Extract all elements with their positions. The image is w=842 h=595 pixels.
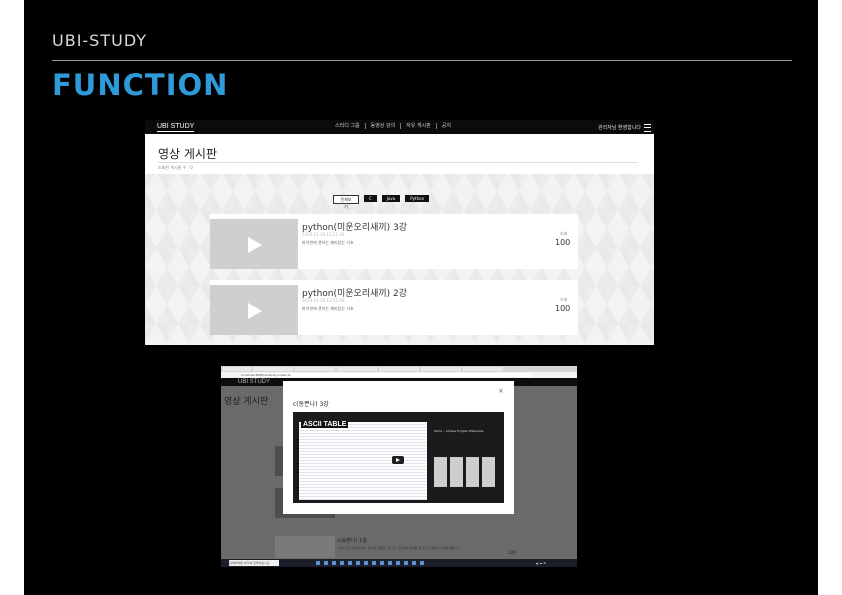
browser-tab[interactable] — [253, 367, 293, 371]
post-count: 조회된 게시물 수 : 0 — [158, 165, 193, 170]
menu-item-notice[interactable]: 공지 — [437, 123, 456, 129]
video-thumbnail[interactable] — [210, 285, 298, 335]
menu-item-study-group[interactable]: 스터디 그룹 — [330, 123, 366, 129]
user-greeting: 관리자님 환영합니다 — [598, 125, 641, 131]
main-menu: 스터디 그룹 동영상 강의 자유 게시판 공지 — [330, 123, 456, 129]
video-description: C언어 기초 강좌입니다. 변수와 자료형, 연산자, 조건문과 반복문 등 프… — [337, 546, 462, 550]
browser-tab[interactable] — [337, 367, 377, 371]
related-thumbnails[interactable] — [434, 457, 496, 487]
site-logo[interactable]: UBI STUDY — [157, 122, 195, 132]
taskbar-app-icons[interactable] — [316, 561, 426, 565]
video-title[interactable]: c(동쁜나) 1강 — [337, 537, 367, 544]
video-modal: c(동쁜나) 3강 × ASCII TABLE ASCII -- Simple … — [283, 381, 514, 514]
views-label: 조회 — [560, 231, 568, 236]
play-icon — [248, 303, 262, 319]
system-tray: ▲ ☁ ⚙ — [536, 561, 546, 565]
modal-title: c(동쁜나) 3강 — [293, 401, 329, 408]
filter-python-button[interactable]: Python — [405, 195, 430, 202]
video-caption: ASCII TABLE — [301, 421, 349, 428]
filter-c-button[interactable]: C — [364, 195, 377, 202]
browser-tab[interactable] — [421, 367, 461, 371]
close-icon[interactable]: × — [498, 387, 504, 395]
page-title: 영상 게시판 — [224, 397, 269, 407]
menu-item-video-lecture[interactable]: 동영상 강의 — [366, 123, 402, 129]
video-board-screenshot: UBI STUDY 스터디 그룹 동영상 강의 자유 게시판 공지 관리자님 환… — [145, 120, 654, 345]
filter-all-button[interactable]: 전체보기 — [333, 195, 359, 209]
video-card[interactable]: python(미운오리새끼) 2강 2019-11-20 13:21:48 파이… — [210, 280, 578, 335]
views-count: 100 — [555, 304, 571, 313]
video-thumbnail[interactable] — [275, 536, 335, 558]
slide-title: FUNCTION — [52, 68, 229, 102]
views-label: 조회 — [560, 297, 568, 302]
windows-taskbar: 검색하려면 여기에 입력하십시오. ▲ ☁ ⚙ — [221, 559, 577, 567]
play-icon — [248, 237, 262, 253]
slide: UBI-STUDY FUNCTION UBI STUDY 스터디 그룹 동영상 … — [24, 0, 818, 595]
browser-tab[interactable] — [295, 367, 335, 371]
page-header — [145, 134, 654, 174]
video-card[interactable]: python(미운오리새끼) 3강 2019-11-20 13:21:48 파이… — [210, 214, 578, 269]
video-thumbnail[interactable] — [210, 219, 298, 269]
title-divider — [158, 162, 638, 163]
category-filters: 전체보기 C Java Python — [333, 195, 430, 209]
header-divider — [52, 60, 792, 61]
video-date: 2019-11-20 13:21:48 — [302, 232, 345, 237]
hamburger-menu-icon[interactable] — [644, 124, 651, 132]
video-modal-screenshot: localhost:8080/ubistudy/video.do UBI STU… — [221, 366, 577, 567]
video-description: 파이썬에 관하는 재미있는 기초 — [302, 240, 354, 245]
taskbar-search-input[interactable]: 검색하려면 여기에 입력하십시오. — [229, 560, 279, 566]
video-side-title: ASCII -- Simple English Wikipedia — [434, 429, 484, 433]
play-icon[interactable] — [392, 456, 404, 464]
browser-tab[interactable] — [379, 367, 419, 371]
views-count: 100 — [508, 550, 516, 555]
embedded-video-player[interactable]: ASCII TABLE ASCII -- Simple English Wiki… — [293, 412, 504, 503]
page-title: 영상 게시판 — [158, 147, 218, 161]
video-frame — [299, 422, 427, 500]
menu-item-free-board[interactable]: 자유 게시판 — [401, 123, 437, 129]
filter-java-button[interactable]: Java — [381, 195, 401, 202]
url-input[interactable]: localhost:8080/ubistudy/video.do — [241, 373, 531, 377]
browser-tab[interactable] — [463, 367, 503, 371]
browser-tab[interactable] — [223, 367, 251, 371]
video-date: 2019-11-20 13:21:48 — [302, 298, 345, 303]
views-count: 100 — [555, 238, 571, 247]
site-logo[interactable]: UBI STUDY — [238, 379, 270, 385]
video-description: 파이썬에 관하는 재미있는 기초 — [302, 306, 354, 311]
brand-label: UBI-STUDY — [52, 31, 148, 50]
